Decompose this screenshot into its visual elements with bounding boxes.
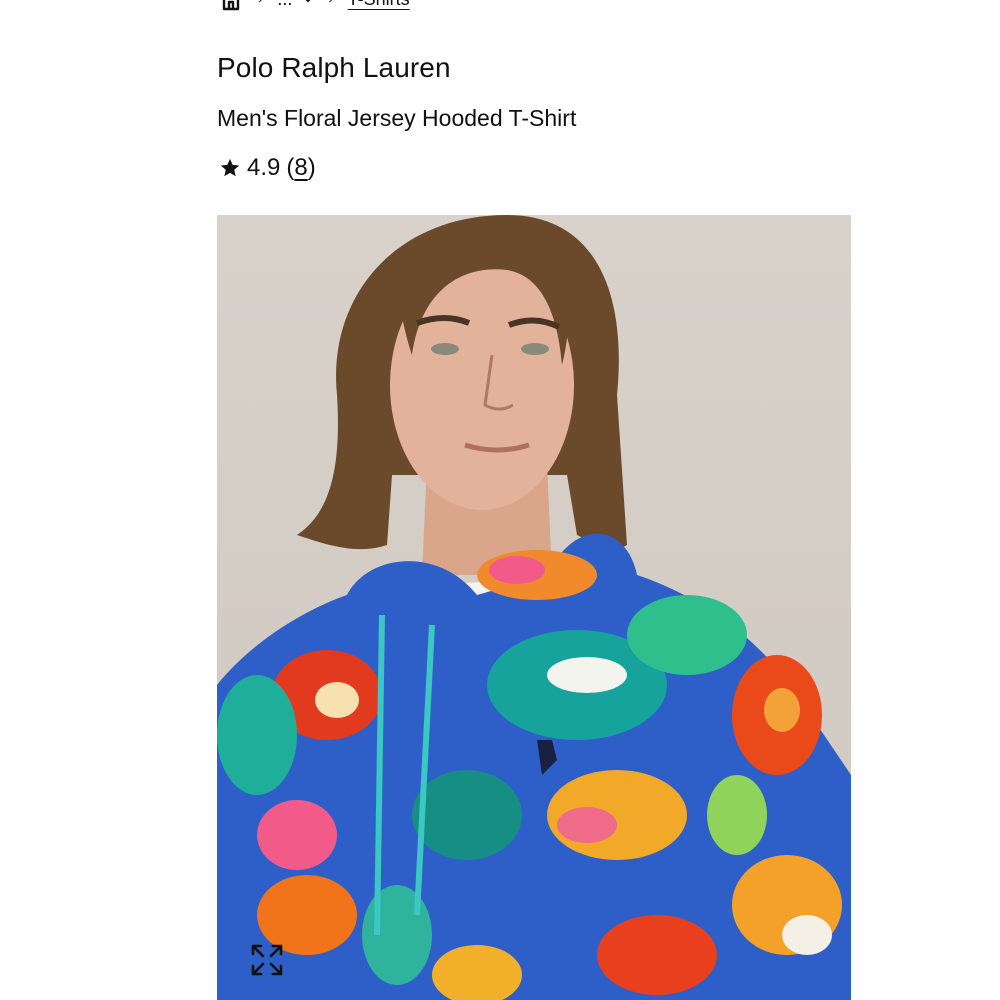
breadcrumb-separator: › (258, 0, 263, 8)
breadcrumb-more-label: ... (277, 0, 292, 10)
breadcrumb: › ... › T-Shirts (218, 0, 410, 12)
breadcrumb-separator: › (328, 0, 333, 8)
star-icon (220, 158, 240, 177)
home-icon[interactable] (218, 0, 244, 12)
review-count[interactable]: 8 (294, 154, 307, 181)
product-rating: 4.9 (8) (219, 154, 316, 182)
product-image[interactable] (217, 215, 851, 1000)
rating-paren-close: ) (307, 154, 316, 181)
chevron-down-icon (305, 0, 311, 3)
breadcrumb-link-tshirts[interactable]: T-Shirts (348, 0, 410, 10)
brand-name[interactable]: Polo Ralph Lauren (217, 52, 451, 84)
rating-reviews-link[interactable]: (8) (286, 154, 315, 182)
product-title: Men's Floral Jersey Hooded T-Shirt (217, 105, 577, 131)
rating-value: 4.9 (247, 154, 281, 181)
breadcrumb-more-button[interactable]: ... (277, 0, 314, 10)
product-photo (217, 215, 851, 1000)
product-page: › ... › T-Shirts Polo Ralph Lauren Men's… (0, 0, 1000, 1000)
expand-icon[interactable] (247, 940, 287, 980)
